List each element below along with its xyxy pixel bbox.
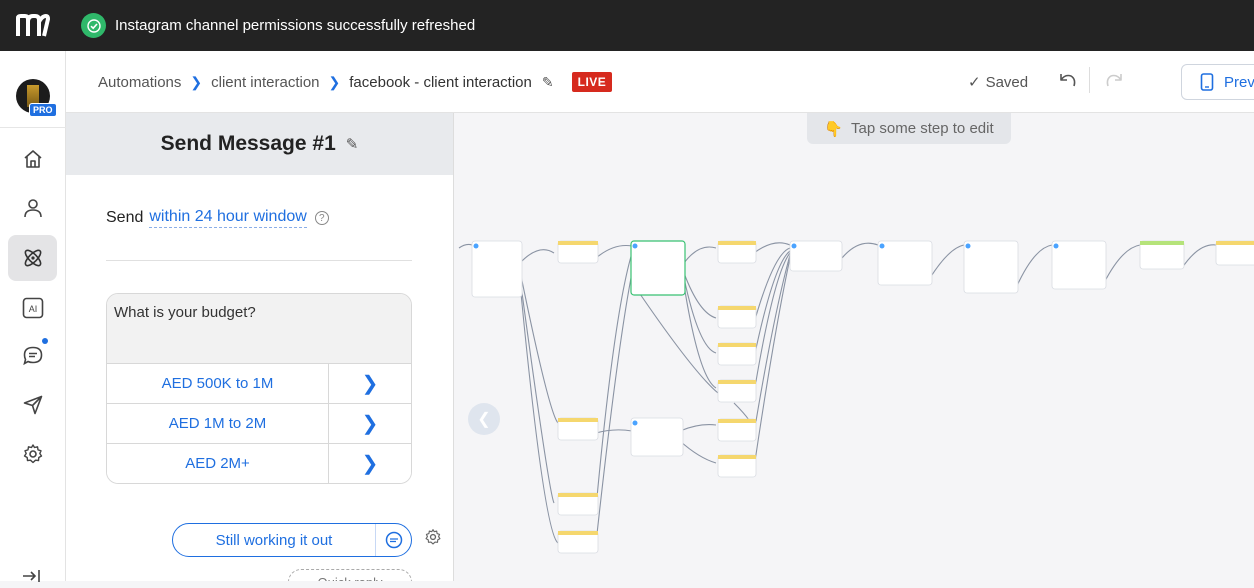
edit-name-icon[interactable]: ✎ [542,74,554,91]
avatar[interactable]: PRO [16,79,57,117]
redo-button[interactable] [1102,69,1126,98]
sidebar-item-chat[interactable] [8,333,57,379]
still-working-label: Still working it out [215,531,333,549]
toolbar-divider [1089,67,1090,93]
check-circle-icon [81,13,106,38]
user-icon [23,199,42,218]
pro-badge: PRO [29,103,57,117]
redo-icon [1106,74,1122,87]
undo-button[interactable] [1056,69,1080,98]
phone-icon [1200,73,1214,91]
saved-status: ✓ Saved [968,73,1029,92]
sidebar: PRO AI [0,51,66,582]
success-toast: Instagram channel permissions successful… [81,13,475,38]
collapse-panel-button[interactable]: ❮ [468,403,500,435]
quick-reply-button[interactable]: AED 1M to 2M ❯ [107,403,411,443]
header-bar: Automations ❯ client interaction ❯ faceb… [66,51,1254,113]
send-icon [23,395,42,415]
ai-icon: AI [22,297,43,319]
undo-icon [1060,74,1076,87]
toast-message: Instagram channel permissions successful… [115,17,476,34]
chevron-right-icon[interactable]: ❯ [329,404,411,443]
sidebar-item-automation[interactable] [8,235,57,281]
flow-canvas[interactable]: 👇 Tap some step to edit ❮ [454,113,1254,581]
quick-reply-add[interactable]: Quick reply [288,569,412,581]
message-block[interactable]: What is your budget? AED 500K to 1M ❯ AE… [106,293,412,484]
divider [106,260,412,261]
help-icon[interactable]: ? [314,211,329,225]
breadcrumb-automations[interactable]: Automations [98,74,181,91]
manychat-logo[interactable] [0,0,66,51]
still-working-button[interactable]: Still working it out [172,523,412,557]
edit-title-icon[interactable]: ✎ [346,135,359,153]
notification-dot [42,338,48,344]
quick-reply-label[interactable]: AED 500K to 1M [107,364,329,403]
ai-label: AI [28,304,37,314]
live-badge: LIVE [571,72,613,92]
step-editor-panel: Send Message #1 ✎ Send within 24 hour wi… [66,113,454,581]
edit-hint: 👇 Tap some step to edit [807,113,1011,144]
preview-button[interactable]: Prev [1181,64,1254,100]
saved-label: Saved [985,73,1029,91]
message-text[interactable]: What is your budget? [107,294,411,363]
chevron-right-icon: ❯ [328,73,341,90]
sidebar-divider [0,127,66,128]
send-window-dropdown[interactable]: within 24 hour window [149,208,307,228]
chevron-left-icon: ❮ [477,411,491,428]
chevron-right-icon: ❯ [190,73,203,90]
chat-icon [22,346,42,366]
panel-header: Send Message #1 ✎ [66,113,453,175]
home-icon [23,150,42,168]
atom-icon [24,249,41,267]
edit-hint-label: Tap some step to edit [851,120,994,137]
pointing-hand-icon: 👇 [824,120,844,138]
sidebar-item-broadcast[interactable] [8,382,57,428]
reply-bubble-icon [375,524,411,556]
send-prefix: Send [106,209,144,226]
sidebar-item-home[interactable] [8,136,57,182]
button-settings-icon[interactable] [424,528,442,551]
breadcrumb: Automations ❯ client interaction ❯ faceb… [98,72,613,92]
sidebar-item-settings[interactable] [8,431,57,477]
quick-reply-label[interactable]: AED 1M to 2M [107,404,329,443]
quick-reply-label[interactable]: AED 2M+ [107,444,329,483]
collapse-sidebar-icon[interactable] [22,569,42,588]
gear-icon [23,444,42,464]
flow-diagram [458,240,1254,554]
checkmark-icon: ✓ [968,74,981,91]
step-title: Send Message #1 [160,132,336,155]
chevron-right-icon[interactable]: ❯ [329,444,411,483]
send-window-row: Send within 24 hour window ? [106,208,329,228]
top-bar: Instagram channel permissions successful… [0,0,1254,51]
sidebar-item-ai[interactable]: AI [8,285,57,331]
breadcrumb-current: facebook - client interaction [349,73,532,91]
breadcrumb-folder[interactable]: client interaction [211,74,319,91]
sidebar-item-contacts[interactable] [8,185,57,231]
quick-reply-button[interactable]: AED 2M+ ❯ [107,443,411,483]
quick-reply-button[interactable]: AED 500K to 1M ❯ [107,363,411,403]
preview-label: Prev [1224,73,1254,91]
chevron-right-icon[interactable]: ❯ [329,364,411,403]
